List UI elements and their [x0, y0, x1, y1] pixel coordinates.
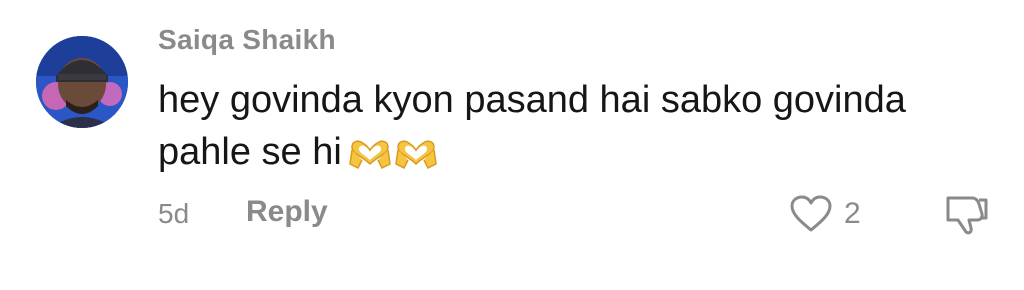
- comment-text-line-2: pahle se hi: [158, 131, 342, 173]
- like-count: 2: [844, 197, 861, 230]
- like-button[interactable]: 2: [788, 192, 861, 236]
- comment-timestamp: 5d: [158, 198, 190, 229]
- comment-text-line-2-wrapper: pahle se hi: [158, 126, 988, 178]
- avatar-image: [36, 36, 128, 128]
- comment-text: hey govinda kyon pasand hai sabko govind…: [158, 74, 988, 178]
- emoji-group: [348, 132, 440, 184]
- heart-hands-emoji-icon: [394, 140, 437, 170]
- reply-button[interactable]: Reply: [246, 195, 328, 229]
- heart-outline-icon: [790, 195, 832, 232]
- avatar[interactable]: [36, 36, 128, 128]
- thumbs-down-icon: [946, 196, 988, 235]
- comment-author[interactable]: Saiqa Shaikh: [158, 24, 336, 56]
- heart-hands-emoji-icon: [348, 140, 391, 170]
- dislike-button[interactable]: [942, 192, 990, 236]
- comment-text-line-1: hey govinda kyon pasand hai sabko govind…: [158, 79, 906, 121]
